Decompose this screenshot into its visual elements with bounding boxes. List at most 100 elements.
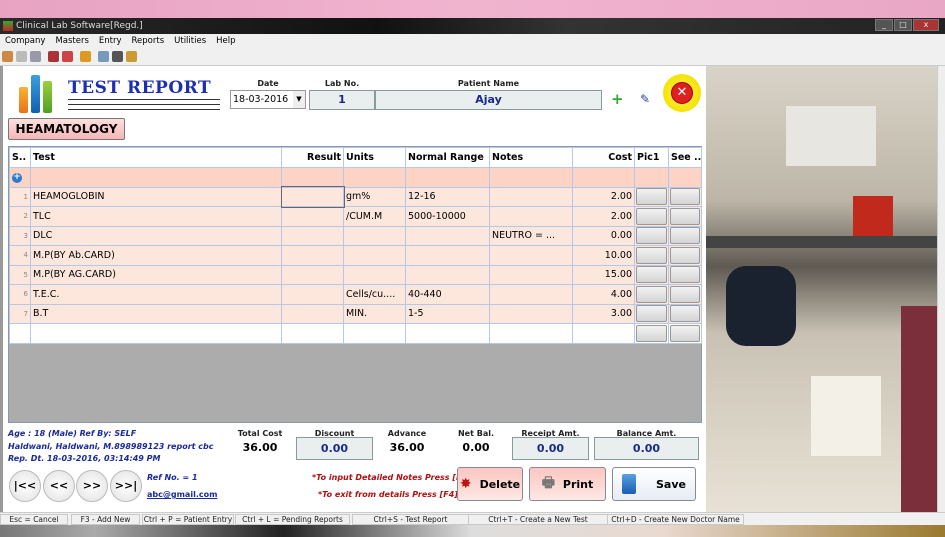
close-window-button[interactable]: x: [913, 19, 939, 31]
pic1-button[interactable]: [636, 285, 667, 303]
menu-utilities[interactable]: Utilities: [174, 36, 206, 46]
cell-result[interactable]: [281, 245, 344, 266]
cell-units: [343, 245, 406, 266]
report-icon[interactable]: [98, 51, 109, 62]
table-row[interactable]: 5 M.P(BY AG.CARD) 15.00: [9, 264, 702, 285]
menu-company[interactable]: Company: [5, 36, 45, 46]
table-row[interactable]: 1 HEAMOGLOBIN gm% 12-16 2.00: [9, 186, 702, 208]
cell-result[interactable]: [280, 186, 345, 208]
col-units[interactable]: Units: [343, 147, 406, 168]
logo-icon: [19, 73, 61, 113]
pic1-button[interactable]: [636, 266, 667, 284]
next-record-button[interactable]: >>: [76, 470, 108, 502]
doctor-icon[interactable]: [48, 51, 59, 62]
cell-test: M.P(BY Ab.CARD): [30, 245, 282, 266]
email-link[interactable]: abc@gmail.com: [147, 489, 217, 502]
cell-result[interactable]: [281, 225, 344, 246]
table-row[interactable]: 6 T.E.C. Cells/cu.... 40-440 4.00: [9, 284, 702, 305]
menu-masters[interactable]: Masters: [55, 36, 88, 46]
cell-test: HEAMOGLOBIN: [30, 186, 282, 207]
test-tube-icon[interactable]: [62, 51, 73, 62]
add-patient-icon[interactable]: +: [611, 90, 624, 108]
see-button[interactable]: [670, 188, 700, 206]
calendar-icon[interactable]: [112, 51, 123, 62]
table-row[interactable]: 7 B.T MIN. 1-5 3.00: [9, 303, 702, 324]
col-cost[interactable]: Cost: [572, 147, 635, 168]
new-row[interactable]: [9, 323, 702, 344]
cell-normal-range: [405, 225, 490, 246]
cell-result[interactable]: [281, 206, 344, 227]
pic1-button[interactable]: [636, 305, 667, 323]
col-result[interactable]: Result: [281, 147, 344, 168]
col-test[interactable]: Test: [30, 147, 282, 168]
menu-entry[interactable]: Entry: [99, 36, 122, 46]
maximize-button[interactable]: □: [894, 19, 912, 31]
see-button[interactable]: [670, 305, 700, 323]
see-button[interactable]: [670, 266, 700, 284]
pic1-button[interactable]: [636, 207, 667, 225]
date-picker[interactable]: 18-03-2016 ▼: [230, 90, 306, 109]
col-normal-range[interactable]: Normal Range: [405, 147, 490, 168]
col-serial[interactable]: S..: [9, 147, 31, 168]
close-form-button[interactable]: ✕: [663, 74, 701, 112]
menu-help[interactable]: Help: [216, 36, 235, 46]
cell-result[interactable]: [281, 264, 344, 285]
lab-no-field[interactable]: 1: [309, 90, 375, 110]
chart-icon[interactable]: [126, 51, 137, 62]
pic1-button[interactable]: [636, 246, 667, 264]
edit-pencil-icon[interactable]: ✎: [640, 92, 650, 106]
close-icon: ✕: [671, 82, 693, 104]
cell-cost: 2.00: [572, 186, 635, 207]
menu-reports[interactable]: Reports: [132, 36, 165, 46]
cell-notes: [489, 264, 573, 285]
cell-serial: 2: [9, 206, 31, 227]
table-row[interactable]: 4 M.P(BY Ab.CARD) 10.00: [9, 245, 702, 266]
users-icon[interactable]: [2, 51, 13, 62]
col-see[interactable]: See ..: [668, 147, 702, 168]
pic1-button[interactable]: [636, 324, 667, 342]
date-label: Date: [257, 79, 279, 88]
chevron-down-icon[interactable]: ▼: [293, 91, 305, 108]
see-button[interactable]: [670, 207, 700, 225]
grid-header: S.. Test Result Units Normal Range Notes…: [9, 147, 702, 168]
pic1-button[interactable]: [636, 188, 667, 206]
minimize-button[interactable]: _: [875, 19, 893, 31]
notes-hint: *To input Detailed Notes Press [F4]: [312, 473, 471, 482]
last-record-button[interactable]: >>|: [110, 470, 142, 502]
patient-name-field[interactable]: Ajay: [375, 90, 602, 110]
see-button[interactable]: [670, 285, 700, 303]
cell-serial: 3: [9, 225, 31, 246]
see-button[interactable]: [670, 324, 700, 342]
previous-record-button[interactable]: <<: [43, 470, 75, 502]
col-notes[interactable]: Notes: [489, 147, 573, 168]
receipt-field[interactable]: 0.00: [512, 437, 589, 460]
cell-normal-range: [405, 264, 490, 285]
cell-result[interactable]: [281, 303, 344, 324]
discount-field[interactable]: 0.00: [296, 437, 373, 460]
delete-button[interactable]: ✸ Delete: [457, 467, 523, 501]
add-row[interactable]: +: [9, 167, 702, 188]
pic1-button[interactable]: [636, 227, 667, 245]
add-row-icon[interactable]: +: [12, 173, 22, 184]
patient-icon[interactable]: [80, 51, 91, 62]
advance-value: 36.00: [389, 441, 425, 454]
save-button[interactable]: Save: [612, 467, 696, 501]
chair: [726, 266, 796, 346]
cell-result[interactable]: [281, 284, 344, 305]
balance-field[interactable]: 0.00: [594, 437, 699, 460]
install-icon[interactable]: [30, 51, 41, 62]
advance-label: Advance: [387, 429, 427, 438]
cell-units: Cells/cu....: [343, 284, 406, 305]
col-pic1[interactable]: Pic1: [634, 147, 669, 168]
see-button[interactable]: [670, 246, 700, 264]
document-icon[interactable]: [16, 51, 27, 62]
first-record-button[interactable]: |<<: [9, 470, 41, 502]
print-button[interactable]: 🖶 Print: [529, 467, 606, 501]
save-label: Save: [656, 477, 686, 491]
see-button[interactable]: [670, 227, 700, 245]
cell-cost: 2.00: [572, 206, 635, 227]
vertical-scrollbar[interactable]: [937, 66, 945, 512]
department-tab[interactable]: HEAMATOLOGY: [8, 118, 125, 140]
table-row[interactable]: 2 TLC/CUM.M 5000-10000 2.00: [9, 206, 702, 227]
table-row[interactable]: 3 DLC NEUTRO = ... 0.00: [9, 225, 702, 246]
